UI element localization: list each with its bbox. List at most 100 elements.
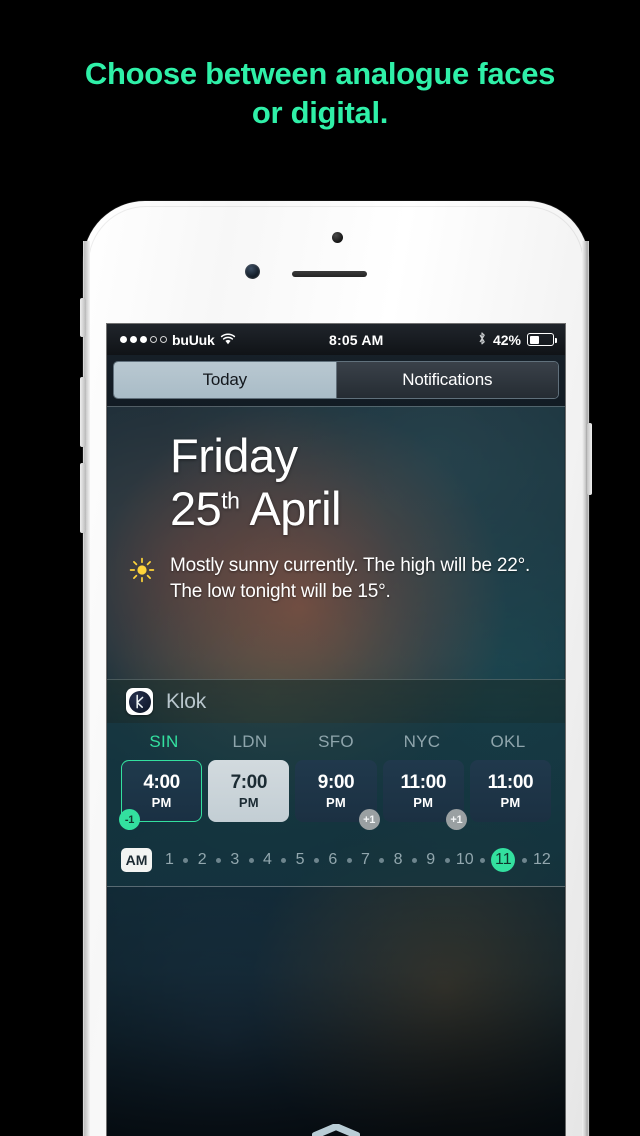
month-name: April <box>249 482 341 535</box>
hour-separator-dot <box>215 857 221 863</box>
day-name: Friday <box>170 429 298 482</box>
promo-headline-line2: or digital. <box>251 95 389 130</box>
hour-separator-dot <box>379 857 385 863</box>
city-tab-okl[interactable]: OKL <box>465 732 551 760</box>
status-bar-right: 42% <box>477 331 557 349</box>
battery-icon <box>527 333 557 346</box>
day-number: 25 <box>170 482 222 535</box>
hour-5[interactable]: 5 <box>293 851 308 869</box>
hour-separator-dot <box>444 857 450 863</box>
hour-separator-dot <box>313 857 319 863</box>
hour-8[interactable]: 8 <box>391 851 406 869</box>
klok-widget-title: Klok <box>166 689 207 713</box>
day-offset-badge-sin: -1 <box>119 809 140 830</box>
hour-separator-dot <box>521 857 527 863</box>
silent-switch-button[interactable] <box>80 298 85 337</box>
day-offset-badge-sfo: +1 <box>358 809 380 830</box>
hour-list: 1 2 3 4 5 6 7 8 9 10 11 12 <box>162 848 551 872</box>
notification-center-tabs: Today Notifications <box>107 355 565 406</box>
day-offset-badge-nyc: +1 <box>445 809 467 830</box>
klok-icon-disc <box>128 690 151 713</box>
screenshot-root: Choose between analogue faces or digital… <box>0 0 640 1136</box>
notification-center-grabber-icon[interactable] <box>311 1123 361 1136</box>
device-right-band <box>582 241 589 1136</box>
hour-separator-dot <box>411 857 417 863</box>
hour-separator-dot <box>248 857 254 863</box>
earpiece-speaker <box>292 271 367 277</box>
widget-bottom-divider <box>107 886 565 887</box>
hour-10[interactable]: 10 <box>456 851 474 869</box>
hour-separator-dot <box>183 857 189 863</box>
device-left-band <box>83 241 90 1136</box>
klok-widget: Klok SIN LDN SFO NYC OKL 4:00 PM -1 7:00… <box>107 679 565 887</box>
signal-strength-icon <box>120 336 167 343</box>
clock-card-cell-sfo: 9:00 PM +1 <box>295 760 380 838</box>
day-ordinal: th <box>221 487 240 514</box>
phone-screen: buUuk 8:05 AM 42% Today Notifications Fr… <box>107 324 565 1136</box>
meridiem-badge[interactable]: AM <box>121 848 152 872</box>
hour-separator-dot <box>346 857 352 863</box>
clock-ampm-nyc: PM <box>413 795 434 810</box>
status-bar: buUuk 8:05 AM 42% <box>107 324 565 355</box>
hour-separator-dot <box>480 857 486 863</box>
hour-2[interactable]: 2 <box>195 851 210 869</box>
clock-card-cell-okl: 11:00 PM <box>469 760 552 838</box>
promo-headline-line1: Choose between analogue faces <box>84 56 556 91</box>
clock-ampm-sfo: PM <box>326 795 346 810</box>
hour-12[interactable]: 12 <box>533 851 551 869</box>
tab-today[interactable]: Today <box>114 362 336 398</box>
clock-card-okl[interactable]: 11:00 PM <box>469 760 552 822</box>
hour-7[interactable]: 7 <box>358 851 373 869</box>
klok-app-icon <box>126 688 153 715</box>
date-line: 25th April <box>170 482 565 535</box>
city-tab-nyc[interactable]: NYC <box>379 732 465 760</box>
clock-card-row: 4:00 PM -1 7:00 PM 9:00 PM +1 11:00 PM +… <box>107 760 565 838</box>
weather-text: Mostly sunny currently. The high will be… <box>170 555 531 602</box>
city-tab-row: SIN LDN SFO NYC OKL <box>107 732 565 760</box>
clock-time-nyc: 11:00 <box>400 772 446 793</box>
clock-time-sin: 4:00 <box>143 772 180 793</box>
clock-card-ldn[interactable]: 7:00 PM <box>208 760 290 822</box>
clock-ampm-okl: PM <box>500 795 521 810</box>
volume-up-button[interactable] <box>80 377 85 447</box>
city-tab-ldn[interactable]: LDN <box>207 732 293 760</box>
clock-time-sfo: 9:00 <box>317 772 355 793</box>
proximity-sensor-icon <box>332 232 343 243</box>
date-block: Friday 25th April <box>107 407 565 535</box>
hour-scrubber[interactable]: AM 1 2 3 4 5 6 7 8 9 10 11 12 <box>107 838 565 886</box>
weather-summary: Mostly sunny currently. The high will be… <box>107 535 565 625</box>
hour-separator-dot <box>281 857 287 863</box>
clock-ampm-ldn: PM <box>238 795 259 810</box>
klok-widget-body: SIN LDN SFO NYC OKL 4:00 PM -1 7:00 PM 9… <box>107 723 565 886</box>
clock-ampm-sin: PM <box>151 795 172 810</box>
tab-notifications[interactable]: Notifications <box>335 362 558 398</box>
city-tab-sfo[interactable]: SFO <box>293 732 379 760</box>
bluetooth-icon <box>477 331 487 349</box>
power-sleep-wake-button[interactable] <box>587 423 592 495</box>
hour-9[interactable]: 9 <box>423 851 438 869</box>
hour-1[interactable]: 1 <box>162 851 177 869</box>
hour-4[interactable]: 4 <box>260 851 275 869</box>
sun-icon <box>129 553 155 605</box>
today-summary-section: Friday 25th April Mostly sunny currently… <box>107 406 565 625</box>
clock-time-okl: 11:00 <box>487 772 534 793</box>
clock-card-cell-sin: 4:00 PM -1 <box>119 760 203 838</box>
hour-6[interactable]: 6 <box>325 851 340 869</box>
carrier-name: buUuk <box>172 331 215 348</box>
clock-card-cell-ldn: 7:00 PM <box>208 760 290 838</box>
wifi-icon <box>220 332 236 348</box>
clock-card-cell-nyc: 11:00 PM +1 <box>382 760 467 838</box>
segmented-control: Today Notifications <box>113 361 559 399</box>
status-bar-left: buUuk <box>115 332 236 348</box>
klok-widget-header[interactable]: Klok <box>107 679 565 723</box>
front-camera-icon <box>245 264 260 279</box>
volume-down-button[interactable] <box>80 463 85 533</box>
hour-3[interactable]: 3 <box>227 851 242 869</box>
iphone-device-frame: buUuk 8:05 AM 42% Today Notifications Fr… <box>80 201 592 1136</box>
hour-11-selected[interactable]: 11 <box>491 848 516 872</box>
clock-time-ldn: 7:00 <box>230 772 268 793</box>
battery-percent-label: 42% <box>492 331 521 348</box>
promo-headline: Choose between analogue faces or digital… <box>0 54 640 132</box>
city-tab-sin[interactable]: SIN <box>121 732 207 760</box>
status-bar-clock: 8:05 AM <box>328 331 384 348</box>
